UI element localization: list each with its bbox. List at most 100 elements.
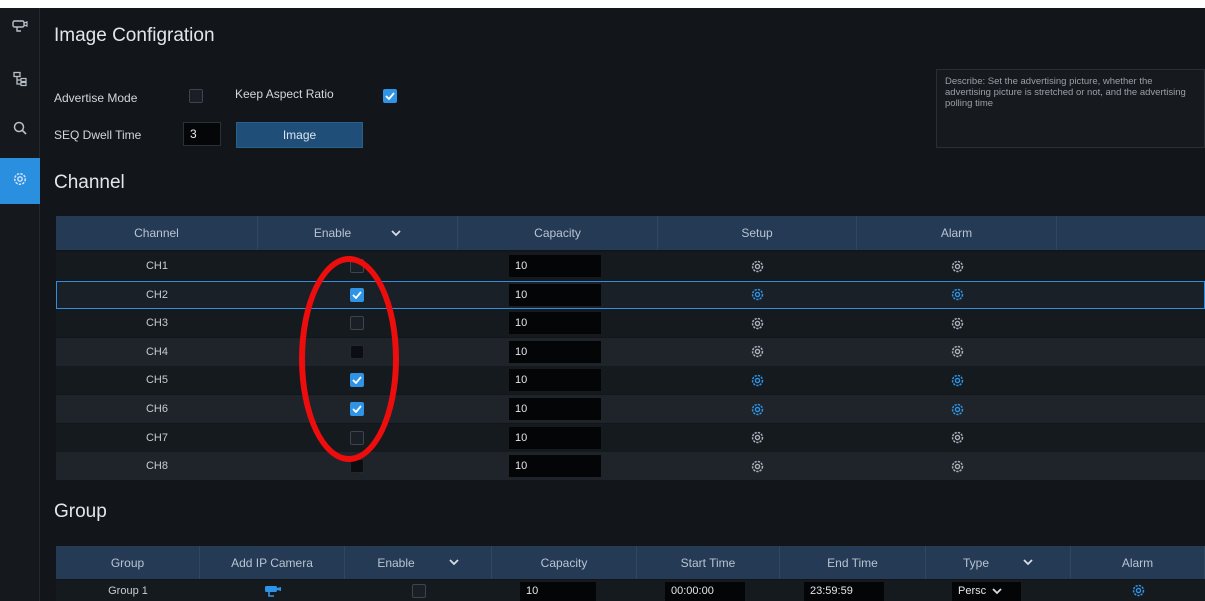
gear-icon — [751, 260, 764, 272]
main-content: Image Configration Advertise Mode Keep A… — [40, 8, 1205, 601]
capacity-input[interactable]: 10 — [509, 455, 601, 478]
chevron-down-icon — [391, 229, 401, 236]
gear-icon — [1132, 584, 1144, 597]
table-row[interactable]: CH3 10 — [56, 309, 1205, 338]
setup-button[interactable] — [658, 309, 857, 337]
enable-cell — [258, 338, 458, 366]
capacity-input[interactable]: 10 — [509, 312, 601, 335]
table-row[interactable]: CH5 10 — [56, 366, 1205, 395]
sidebar-item-network[interactable] — [0, 61, 40, 101]
sidebar-item-search[interactable] — [0, 110, 40, 150]
chevron-down-icon — [1023, 559, 1033, 566]
alarm-button[interactable] — [857, 424, 1057, 452]
gear-icon — [951, 288, 963, 301]
table-row[interactable]: CH2 10 — [56, 280, 1205, 309]
enable-column-header[interactable]: Enable — [258, 216, 458, 250]
end-time-input[interactable]: 23:59:59 — [804, 582, 884, 601]
sidebar-item-camera[interactable] — [0, 8, 40, 48]
group-capacity-column-header: Capacity — [492, 546, 637, 579]
group-row[interactable]: Group 1 10 00:00:00 23:59:59 Persc — [56, 580, 1205, 601]
table-row[interactable]: CH1 10 — [56, 252, 1205, 280]
alarm-button[interactable] — [857, 395, 1057, 423]
enable-cell — [258, 252, 458, 280]
image-button[interactable]: Image — [236, 122, 363, 148]
channel-enable-checkbox[interactable] — [350, 344, 364, 359]
capacity-input[interactable]: 10 — [509, 255, 601, 277]
channel-section-title: Channel — [54, 172, 125, 193]
channel-column-header: Channel — [56, 216, 258, 250]
search-icon — [12, 120, 28, 141]
setup-button[interactable] — [658, 252, 857, 280]
enable-cell — [258, 452, 458, 480]
seq-dwell-time-label: SEQ Dwell Time — [54, 128, 142, 142]
keep-aspect-ratio-checkbox[interactable] — [383, 89, 397, 103]
gear-icon — [951, 403, 963, 415]
gear-icon — [751, 403, 764, 415]
table-row[interactable]: CH4 10 — [56, 337, 1205, 366]
capacity-input[interactable]: 10 — [509, 426, 601, 449]
setup-button[interactable] — [658, 366, 857, 394]
start-time-input[interactable]: 00:00:00 — [665, 582, 745, 601]
channel-name-cell: CH3 — [145, 317, 168, 330]
end-time-column-header: End Time — [780, 546, 926, 579]
group-alarm-cell[interactable] — [1071, 580, 1205, 601]
add-ip-camera-button[interactable] — [200, 580, 345, 601]
alarm-button[interactable] — [857, 309, 1057, 337]
type-column-header[interactable]: Type — [926, 546, 1071, 579]
camera-icon — [12, 18, 28, 39]
channel-enable-checkbox[interactable] — [350, 259, 364, 273]
alarm-button[interactable] — [857, 366, 1057, 394]
group-enable-checkbox[interactable] — [411, 583, 426, 598]
alarm-column-header: Alarm — [857, 216, 1057, 250]
channel-table-header: Channel Enable Capacity Setup Alarm — [56, 216, 1205, 250]
gear-icon — [751, 288, 764, 301]
alarm-button[interactable] — [857, 281, 1057, 309]
setup-button[interactable] — [658, 424, 857, 452]
gear-icon — [12, 171, 28, 192]
channel-name-cell: CH2 — [145, 288, 168, 301]
alarm-button[interactable] — [857, 338, 1057, 366]
page-title: Image Configration — [54, 25, 215, 46]
capacity-input[interactable]: 10 — [509, 283, 601, 306]
table-row[interactable]: CH7 10 — [56, 423, 1205, 452]
group-enable-cell — [345, 580, 492, 601]
channel-enable-checkbox[interactable] — [350, 459, 364, 474]
channel-enable-checkbox[interactable] — [350, 287, 364, 302]
network-tree-icon — [12, 71, 28, 92]
group-enable-column-header[interactable]: Enable — [345, 546, 492, 579]
gear-icon — [951, 374, 963, 387]
setup-button[interactable] — [658, 281, 857, 309]
keep-aspect-ratio-label: Keep Aspect Ratio — [235, 87, 334, 101]
table-row[interactable]: CH8 10 — [56, 452, 1205, 481]
channel-enable-checkbox[interactable] — [350, 402, 364, 416]
channel-enable-checkbox[interactable] — [350, 430, 364, 445]
seq-dwell-time-input[interactable]: 3 — [183, 122, 221, 146]
capacity-input[interactable]: 10 — [509, 369, 601, 392]
capacity-input[interactable]: 10 — [509, 398, 601, 420]
channel-name-cell: CH8 — [145, 460, 168, 473]
type-select[interactable]: Persc — [952, 582, 1021, 601]
gear-icon — [751, 346, 764, 358]
advertise-mode-checkbox[interactable] — [189, 89, 203, 103]
enable-cell — [258, 395, 458, 423]
enable-cell — [258, 366, 458, 394]
setup-column-header: Setup — [658, 216, 857, 250]
channel-enable-checkbox[interactable] — [350, 373, 364, 388]
camera-icon — [264, 585, 281, 597]
enable-cell — [258, 281, 458, 309]
alarm-button[interactable] — [857, 252, 1057, 280]
channel-name-cell: CH4 — [145, 345, 168, 358]
gear-icon — [951, 460, 963, 472]
setup-button[interactable] — [658, 452, 857, 480]
alarm-button[interactable] — [857, 452, 1057, 480]
setup-button[interactable] — [658, 338, 857, 366]
group-enable-header-label: Enable — [377, 555, 415, 570]
group-capacity-input[interactable]: 10 — [520, 582, 596, 601]
setup-button[interactable] — [658, 395, 857, 423]
capacity-input[interactable]: 10 — [509, 340, 601, 363]
table-row[interactable]: CH6 10 — [56, 395, 1205, 423]
capacity-column-header: Capacity — [458, 216, 658, 250]
sidebar-item-settings[interactable] — [0, 158, 40, 204]
chevron-down-icon — [449, 559, 459, 566]
channel-enable-checkbox[interactable] — [350, 316, 364, 331]
